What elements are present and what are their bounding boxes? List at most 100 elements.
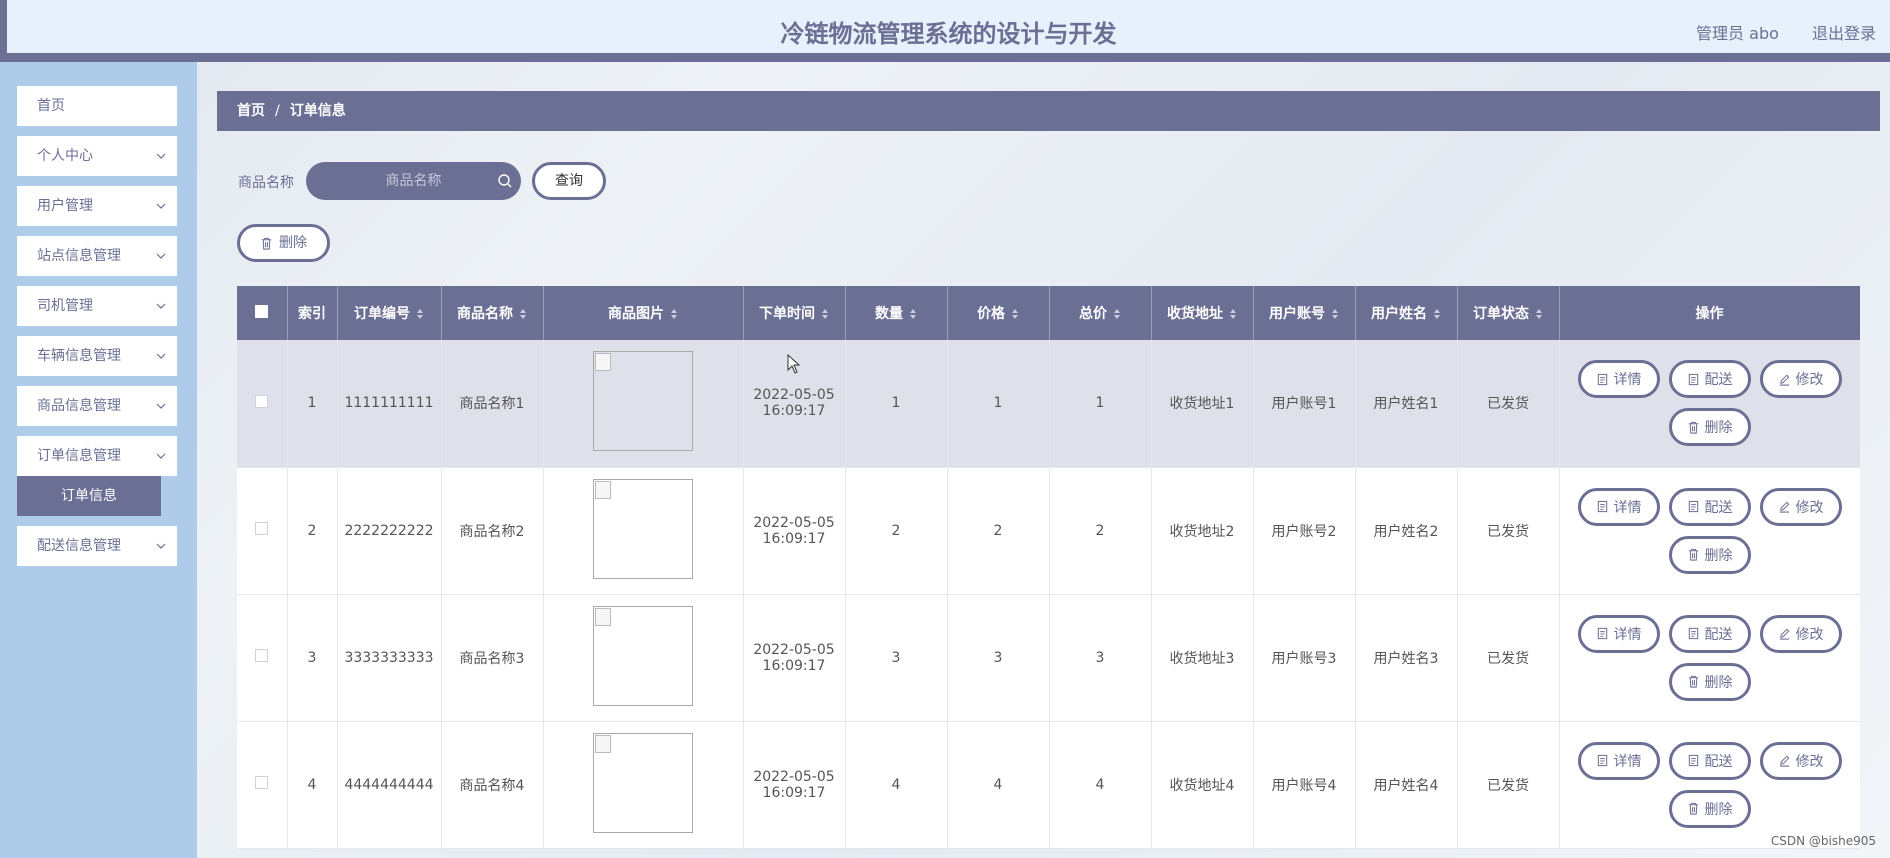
broken-image-icon [593,478,693,579]
cell-status: 已发货 [1457,721,1560,849]
table-row[interactable]: 1 1111111111 商品名称1 2022-05-05 16:09:17 1 1 1 收货地… [237,340,1860,468]
sort-icon[interactable] [416,307,424,321]
delete-button[interactable]: 删除 [1668,408,1751,447]
sort-icon[interactable] [1229,307,1237,321]
sort-icon[interactable] [1535,307,1543,321]
cell-user-name: 用户姓名3 [1355,594,1458,722]
sidebar-item-orders[interactable]: 订单信息管理 [17,436,177,476]
table-row[interactable]: 2 2222222222 商品名称2 2022-05-05 16:09:17 2 2 2 收货地… [237,467,1860,595]
sidebar-item-label: 订单信息管理 [37,448,121,464]
sidebar-item-delivery[interactable]: 配送信息管理 [17,526,177,566]
col-header-label: 商品名称 [457,306,513,322]
col-header-account[interactable]: 用户账号 [1253,286,1356,340]
col-header-user-name[interactable]: 用户姓名 [1355,286,1458,340]
sidebar-item-label: 配送信息管理 [37,538,121,554]
edit-icon [1779,755,1789,767]
row-actions: 详情 配送 修改 删除 [1560,487,1860,574]
cell-price: 2 [947,467,1050,595]
sort-icon[interactable] [1011,307,1019,321]
select-all-checkbox[interactable] [255,304,269,318]
broken-image-icon [593,732,693,833]
edit-button[interactable]: 修改 [1759,360,1842,399]
sidebar-item-vehicles[interactable]: 车辆信息管理 [17,336,177,376]
row-checkbox[interactable] [255,649,269,662]
delete-button[interactable]: 删除 [1668,535,1751,574]
sort-icon[interactable] [909,307,917,321]
col-header-address[interactable]: 收货地址 [1151,286,1254,340]
cell-address: 收货地址2 [1151,467,1254,595]
sidebar-item-stations[interactable]: 站点信息管理 [17,236,177,276]
col-header-product-image[interactable]: 商品图片 [543,286,744,340]
sidebar-item-users[interactable]: 用户管理 [17,186,177,226]
row-actions: 详情 配送 修改删除 [1560,614,1860,701]
table-row[interactable]: 4 4444444444 商品名称4 2022-05-05 16:09:17 4 4 4 收货地… [237,721,1860,849]
search-icon[interactable] [497,173,513,189]
col-header-quantity[interactable]: 数量 [845,286,948,340]
delete-label: 删除 [1704,420,1733,437]
sort-icon[interactable] [1113,307,1121,321]
sort-icon[interactable] [1433,307,1441,321]
edit-icon [1779,374,1789,386]
trash-icon [1688,675,1698,688]
broken-image-icon [593,351,693,452]
sidebar-item-drivers[interactable]: 司机管理 [17,286,177,326]
sort-icon[interactable] [821,307,829,321]
cell-price: 4 [947,721,1050,849]
cell-account: 用户账号3 [1253,594,1356,722]
delete-button[interactable]: 删除 [1668,662,1751,701]
col-header-price[interactable]: 价格 [947,286,1050,340]
col-header-total[interactable]: 总价 [1049,286,1152,340]
col-header-order-time[interactable]: 下单时间 [743,286,846,340]
cell-product-name: 商品名称1 [441,340,544,468]
detail-button[interactable]: 详情 [1577,741,1660,780]
detail-label: 详情 [1613,372,1642,389]
sort-icon[interactable] [1331,307,1339,321]
edit-button[interactable]: 修改 [1759,741,1842,780]
logout-link[interactable]: 退出登录 [1812,24,1876,43]
dispatch-button[interactable]: 配送 [1668,614,1751,653]
search-input[interactable] [306,162,521,200]
edit-button[interactable]: 修改 [1759,487,1842,526]
sidebar-item-profile[interactable]: 个人中心 [17,136,177,176]
dispatch-label: 配送 [1704,499,1733,516]
sort-icon[interactable] [519,307,527,321]
cell-user-name: 用户姓名4 [1355,721,1458,849]
edit-label: 修改 [1795,626,1824,643]
dispatch-button[interactable]: 配送 [1668,741,1751,780]
dispatch-button[interactable]: 配送 [1668,487,1751,526]
top-header: 冷链物流管理系统的设计与开发 管理员 abo 退出登录 [0,0,1890,62]
col-header-order-no[interactable]: 订单编号 [337,286,442,340]
chevron-down-icon [156,253,166,259]
sidebar-item-home[interactable]: 首页 [17,86,177,126]
sidebar-item-products[interactable]: 商品信息管理 [17,386,177,426]
sort-icon[interactable] [670,307,678,321]
table-row[interactable]: 3 3333333333 商品名称3 2022-05-05 16:09:17 3 3 3 收货地… [237,594,1860,722]
detail-button[interactable]: 详情 [1577,487,1660,526]
row-select-cell [237,467,288,595]
col-header-status[interactable]: 订单状态 [1457,286,1560,340]
col-header-product-name[interactable]: 商品名称 [441,286,544,340]
delete-button[interactable]: 删除 [1668,789,1751,828]
document-icon [1597,627,1607,640]
edit-button[interactable]: 修改 [1759,614,1842,653]
sidebar-item-label: 车辆信息管理 [37,348,121,364]
broken-image-icon [593,605,693,706]
detail-button[interactable]: 详情 [1577,614,1660,653]
col-header-label: 数量 [875,306,903,322]
dispatch-button[interactable]: 配送 [1668,360,1751,399]
row-checkbox[interactable] [255,394,269,408]
bulk-delete-button[interactable]: 删除 [237,224,330,262]
chevron-down-icon [156,543,166,549]
sidebar-item-label: 首页 [37,98,65,114]
cell-quantity: 2 [845,467,948,595]
detail-button[interactable]: 详情 [1577,360,1660,399]
order-date: 2022-05-05 [753,641,835,658]
row-actions: 详情 配送 修改删除 [1560,360,1860,447]
row-checkbox[interactable] [255,776,269,789]
breadcrumb-home[interactable]: 首页 [237,103,265,119]
query-button[interactable]: 查询 [532,162,606,200]
cell-price: 3 [947,594,1050,722]
col-header-label: 商品图片 [608,306,664,322]
sidebar-subitem-order-info[interactable]: 订单信息 [17,476,161,516]
row-checkbox[interactable] [255,522,269,535]
